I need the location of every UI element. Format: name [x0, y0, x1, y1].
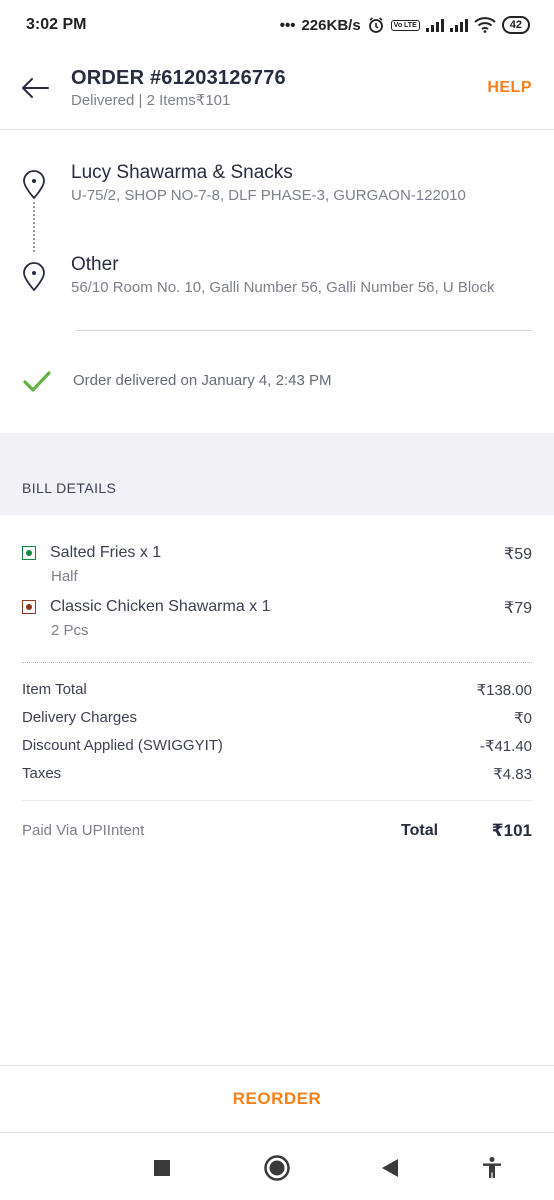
dots-icon: •••	[279, 16, 296, 34]
status-time: 3:02 PM	[26, 16, 87, 33]
item-total-label: Item Total	[22, 681, 87, 698]
status-bar: 3:02 PM ••• 226KB/s Vo LTE 42	[0, 0, 554, 50]
circle-icon	[264, 1155, 290, 1181]
order-subtitle: Delivered | 2 Items₹101	[71, 92, 231, 109]
destination-pin-icon	[23, 262, 45, 292]
accessibility-button[interactable]	[478, 1154, 506, 1182]
divider	[76, 330, 532, 331]
status-icons: ••• 226KB/s Vo LTE 42	[280, 16, 530, 34]
veg-indicator-icon	[22, 546, 36, 560]
item-variant: 2 Pcs	[51, 622, 89, 639]
order-header: ORDER #61203126776 Delivered | 2 Items₹1…	[0, 50, 554, 130]
total-value: ₹101	[491, 821, 532, 840]
reorder-button[interactable]: REORDER	[233, 1089, 322, 1109]
square-icon	[154, 1160, 170, 1176]
nonveg-indicator-icon	[22, 600, 36, 614]
restaurant-name: Lucy Shawarma & Snacks	[71, 162, 293, 183]
system-nav-bar	[0, 1134, 554, 1200]
discount-label: Discount Applied (SWIGGYIT)	[22, 737, 223, 754]
net-speed: 226KB/s	[301, 16, 361, 34]
delivery-status: Order delivered on January 4, 2:43 PM	[73, 372, 332, 389]
bill-details-header: BILL DETAILS	[0, 433, 554, 515]
divider	[22, 800, 532, 801]
taxes-label: Taxes	[22, 765, 62, 782]
delivery-charges-value: ₹0	[514, 710, 532, 727]
destination-name: Other	[71, 254, 119, 275]
back-button[interactable]	[376, 1154, 404, 1182]
check-icon	[23, 371, 51, 392]
home-button[interactable]	[263, 1154, 291, 1182]
divider	[22, 662, 532, 663]
restaurant-address: U-75/2, SHOP NO-7-8, DLF PHASE-3, GURGAO…	[71, 187, 466, 204]
payment-method: Paid Via UPIIntent	[22, 822, 145, 839]
delivery-charges-label: Delivery Charges	[22, 709, 138, 726]
help-button[interactable]: HELP	[487, 79, 532, 97]
total-label: Total	[401, 822, 439, 839]
alarm-icon	[368, 17, 383, 33]
signal-icon-2	[449, 18, 468, 32]
item-price: ₹79	[504, 600, 532, 617]
wifi-icon	[474, 17, 496, 33]
battery-icon: 42	[501, 16, 530, 34]
taxes-value: ₹4.83	[493, 766, 532, 783]
order-title: ORDER #61203126776	[71, 67, 286, 89]
reorder-bar: REORDER	[0, 1065, 554, 1133]
restaurant-pin-icon	[23, 170, 45, 200]
discount-value: -₹41.40	[479, 738, 532, 755]
triangle-back-icon	[382, 1159, 398, 1177]
item-price: ₹59	[504, 546, 532, 563]
bill-details-heading: BILL DETAILS	[22, 480, 117, 496]
back-arrow-icon[interactable]	[20, 76, 50, 100]
accessibility-icon	[483, 1157, 501, 1178]
volte-icon: Vo LTE	[390, 19, 420, 31]
destination-address: 56/10 Room No. 10, Galli Number 56, Gall…	[71, 279, 495, 296]
item-total-value: ₹138.00	[476, 682, 532, 699]
item-name: Salted Fries x 1	[50, 544, 162, 561]
route-connector	[33, 202, 35, 252]
item-variant: Half	[51, 568, 78, 585]
signal-icon-1	[425, 18, 444, 32]
recents-button[interactable]	[148, 1154, 176, 1182]
item-name: Classic Chicken Shawarma x 1	[50, 598, 271, 615]
